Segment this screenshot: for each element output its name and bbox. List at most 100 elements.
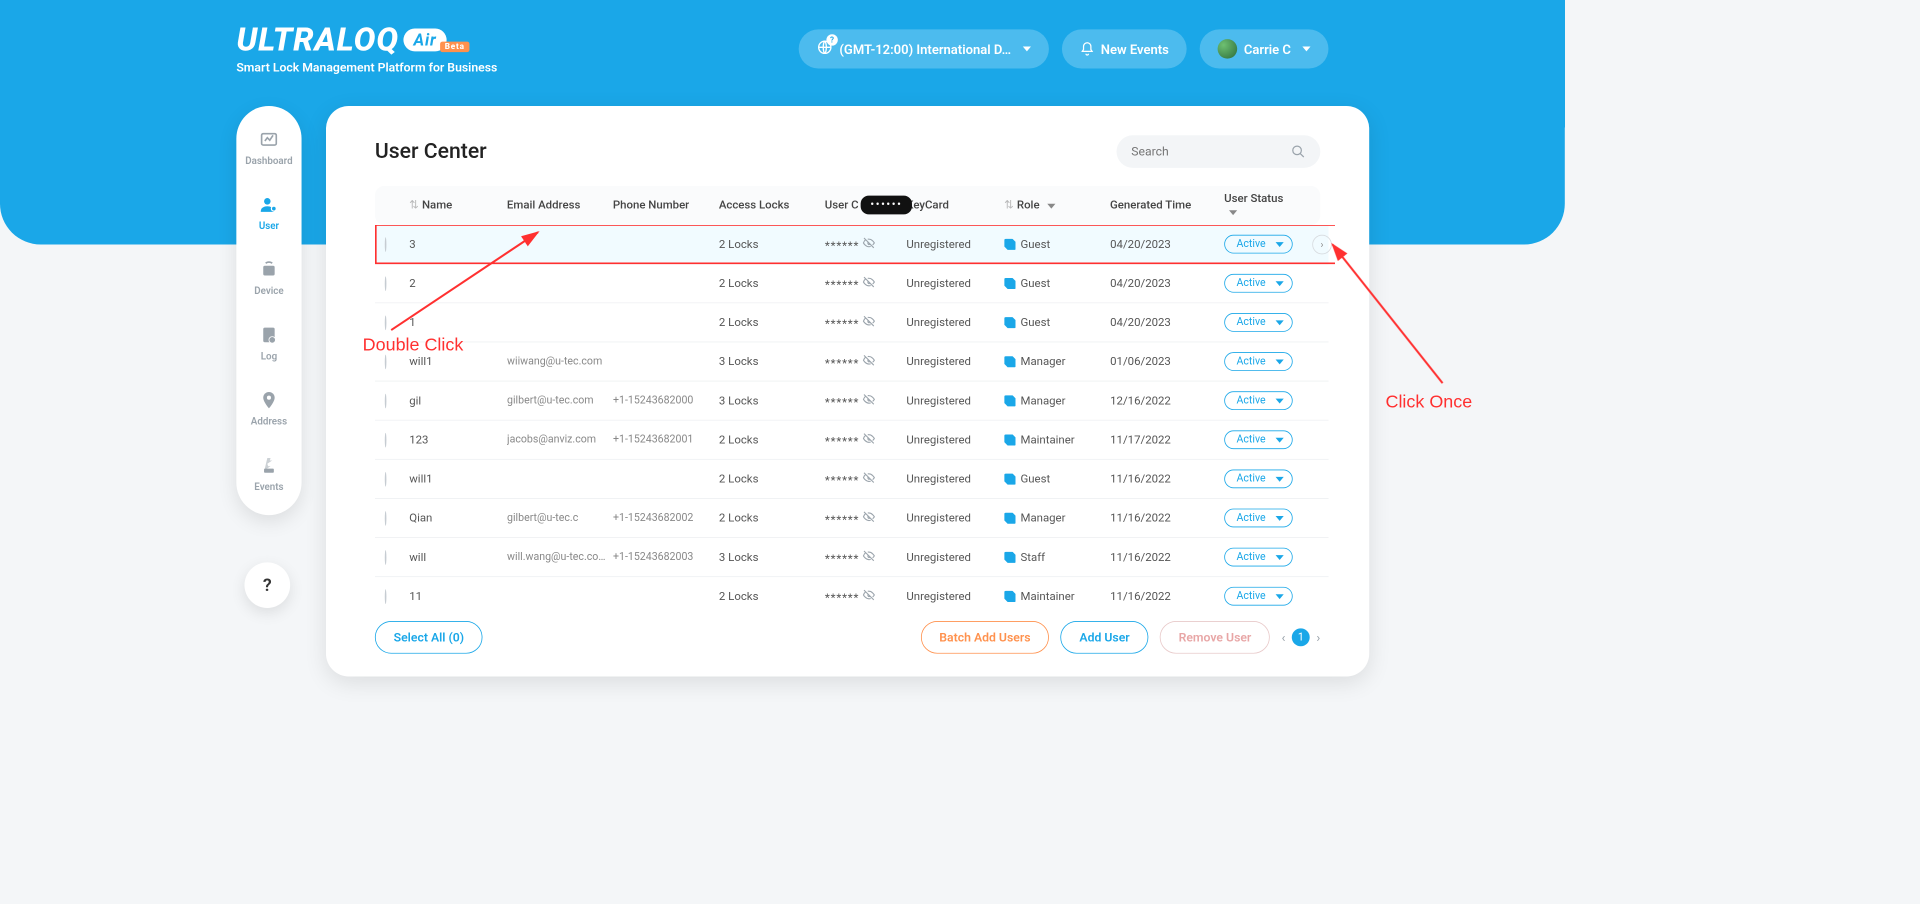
status-pill[interactable]: Active [1224, 509, 1292, 528]
chevron-down-icon [1275, 359, 1283, 364]
batch-add-users-button[interactable]: Batch Add Users [921, 621, 1050, 654]
sidebar-item-device[interactable]: Device [254, 259, 283, 296]
row-expand-button[interactable]: › [1312, 234, 1332, 254]
row-checkbox[interactable] [385, 471, 387, 486]
cell-phone: +1-15243682002 [613, 512, 719, 524]
table-row[interactable]: willwill.wang@u-tec.co…+1-152436820033 L… [375, 538, 1329, 577]
tag-icon [1004, 551, 1015, 562]
status-pill[interactable]: Active [1224, 352, 1292, 371]
chevron-down-icon[interactable] [1229, 210, 1237, 215]
col-status[interactable]: User Status [1224, 192, 1283, 205]
chevron-down-icon [1275, 555, 1283, 560]
status-pill[interactable]: Active [1224, 548, 1292, 567]
col-email[interactable]: Email Address [507, 199, 613, 212]
sort-icon[interactable]: ⇅ [409, 199, 419, 212]
page-title: User Center [375, 139, 487, 163]
search-icon [1291, 144, 1306, 159]
table-row[interactable]: 123jacobs@anviz.com+1-152436820012 Locks… [375, 421, 1329, 460]
eye-off-icon[interactable] [862, 474, 875, 487]
sidebar-label: Dashboard [245, 155, 292, 166]
help-button[interactable]: ? [245, 562, 291, 608]
col-role[interactable]: Role [1017, 199, 1040, 212]
tag-icon [1004, 317, 1015, 328]
sidebar-item-log[interactable]: Log [258, 324, 279, 361]
table-row[interactable]: will12 Locks****** UnregisteredGuest11/1… [375, 460, 1329, 499]
eye-off-icon[interactable] [862, 357, 875, 370]
row-checkbox[interactable] [385, 276, 387, 291]
table-row[interactable]: 12 Locks****** UnregisteredGuest04/20/20… [375, 303, 1329, 342]
table-row[interactable]: 112 Locks****** UnregisteredMaintainer11… [375, 577, 1329, 610]
pager-prev[interactable]: ‹ [1281, 630, 1285, 645]
col-name[interactable]: Name [422, 199, 452, 212]
cell-keycard: Unregistered [906, 590, 1004, 603]
status-pill[interactable]: Active [1224, 313, 1292, 332]
table-row[interactable]: 32 Locks****** UnregisteredGuest04/20/20… [375, 225, 1329, 264]
eye-off-icon[interactable] [862, 513, 875, 526]
sidebar-item-user[interactable]: User [258, 194, 279, 231]
eye-off-icon[interactable] [862, 239, 875, 252]
sidebar-item-events[interactable]: Events [254, 455, 283, 492]
sidebar-item-dashboard[interactable]: Dashboard [245, 129, 292, 166]
cell-locks: 2 Locks [719, 433, 825, 446]
cell-generated: 11/16/2022 [1110, 511, 1224, 524]
cell-name: 3 [409, 238, 507, 251]
table-row[interactable]: 22 Locks****** UnregisteredGuest04/20/20… [375, 264, 1329, 303]
add-user-button[interactable]: Add User [1061, 621, 1149, 654]
row-checkbox[interactable] [385, 589, 387, 604]
row-checkbox[interactable] [385, 315, 387, 330]
row-checkbox[interactable] [385, 550, 387, 565]
table-row[interactable]: will1wiiwang@u-tec.com3 Locks****** Unre… [375, 342, 1329, 381]
status-pill[interactable]: Active [1224, 430, 1292, 449]
row-checkbox[interactable] [385, 432, 387, 447]
search-input[interactable] [1131, 144, 1278, 159]
col-generated[interactable]: Generated Time [1110, 199, 1224, 212]
eye-off-icon[interactable] [862, 396, 875, 409]
cell-role: Maintainer [1004, 590, 1110, 603]
chevron-down-icon[interactable] [1047, 204, 1055, 209]
cell-role: Guest [1004, 277, 1110, 290]
row-checkbox[interactable] [385, 237, 387, 252]
globe-icon: ? [817, 39, 833, 59]
eye-off-icon[interactable] [862, 435, 875, 448]
events-icon [258, 455, 279, 476]
col-user-code[interactable]: User C [825, 199, 859, 212]
eye-off-icon[interactable] [862, 552, 875, 565]
col-keycard[interactable]: KeyCard [906, 199, 1004, 212]
table-body[interactable]: 32 Locks****** UnregisteredGuest04/20/20… [375, 225, 1335, 610]
cell-role: Guest [1004, 238, 1110, 251]
pager-next[interactable]: › [1316, 630, 1320, 645]
status-pill[interactable]: Active [1224, 235, 1292, 254]
sort-icon[interactable]: ⇅ [1004, 199, 1014, 212]
search-box[interactable] [1117, 135, 1321, 168]
new-events-button[interactable]: New Events [1062, 29, 1187, 68]
chevron-down-icon [1302, 46, 1310, 51]
status-pill[interactable]: Active [1224, 274, 1292, 293]
select-all-button[interactable]: Select All (0) [375, 621, 483, 654]
cell-code: ****** [825, 275, 907, 291]
remove-user-button[interactable]: Remove User [1160, 621, 1270, 654]
table-row[interactable]: Qiangilbert@u-tec.c+1-152436820022 Locks… [375, 499, 1329, 538]
eye-off-icon[interactable] [862, 317, 875, 330]
chevron-down-icon [1275, 437, 1283, 442]
cell-keycard: Unregistered [906, 511, 1004, 524]
table-row[interactable]: gilgilbert@u-tec.com+1-152436820003 Lock… [375, 381, 1329, 420]
row-checkbox[interactable] [385, 354, 387, 369]
cell-locks: 3 Locks [719, 551, 825, 564]
row-checkbox[interactable] [385, 393, 387, 408]
annotation-click-once: Click Once [1386, 391, 1473, 412]
pager-page[interactable]: 1 [1292, 628, 1310, 646]
eye-off-icon[interactable] [862, 591, 875, 604]
tag-icon [1004, 278, 1015, 289]
user-menu[interactable]: Carrie C [1200, 29, 1329, 68]
status-pill[interactable]: Active [1224, 469, 1292, 488]
col-locks[interactable]: Access Locks [719, 199, 825, 212]
sidebar-item-address[interactable]: Address [251, 390, 287, 427]
status-pill[interactable]: Active [1224, 391, 1292, 410]
col-phone[interactable]: Phone Number [613, 199, 719, 212]
cell-locks: 3 Locks [719, 355, 825, 368]
status-pill[interactable]: Active [1224, 587, 1292, 606]
timezone-selector[interactable]: ? (GMT-12:00) International D… [799, 29, 1049, 68]
cell-generated: 11/16/2022 [1110, 551, 1224, 564]
row-checkbox[interactable] [385, 511, 387, 526]
eye-off-icon[interactable] [862, 278, 875, 291]
